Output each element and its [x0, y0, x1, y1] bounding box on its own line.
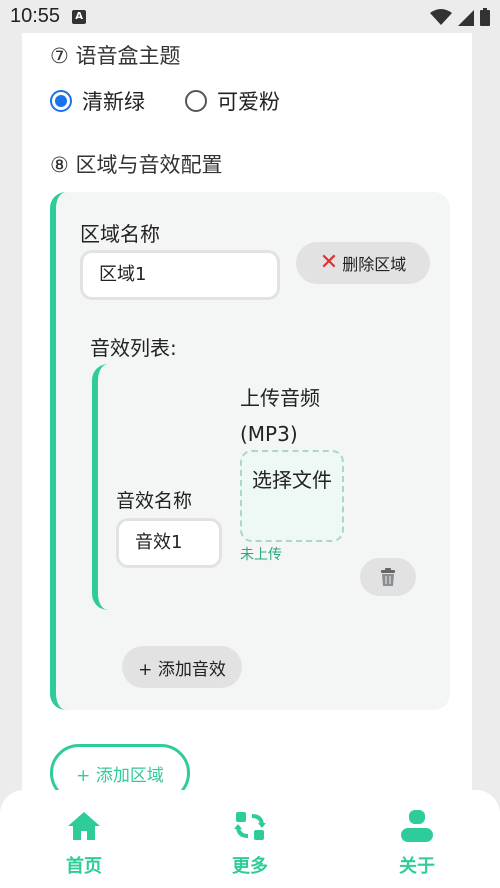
trash-icon: [381, 568, 395, 586]
nav-more[interactable]: 更多: [200, 806, 300, 878]
nav-about-label: 关于: [399, 856, 435, 877]
battery-icon: [480, 7, 490, 26]
wifi-icon: [430, 8, 452, 25]
nav-about[interactable]: 关于: [367, 806, 467, 878]
home-icon: [68, 812, 100, 840]
region-name-input[interactable]: 区域1: [80, 250, 280, 300]
status-time: 10:55: [10, 5, 61, 27]
bottom-nav: 首页 更多 关于: [0, 790, 500, 888]
add-sfx-button[interactable]: + 添加音效: [122, 646, 242, 688]
delete-region-button[interactable]: ✕ 删除区域: [296, 242, 430, 284]
sfx-name-input[interactable]: 音效1: [116, 518, 222, 568]
theme-radio-group: 清新绿 可爱粉: [50, 86, 320, 116]
region-name-label: 区域名称: [80, 222, 160, 246]
radio-checked-icon[interactable]: [50, 90, 72, 112]
app-screen: 10:55 A ⑦ 语音盒主题 清新绿 可爱粉 ⑧ 区域与音效配置 区域名称 区…: [0, 0, 500, 888]
delete-region-label: 删除区域: [342, 255, 407, 274]
theme-option-label: 可爱粉: [217, 90, 280, 114]
notification-a-icon: A: [72, 9, 87, 24]
region-section-title: ⑧ 区域与音效配置: [50, 153, 223, 177]
status-bar: 10:55 A: [0, 0, 500, 33]
sfx-list: 上传音频(MP3) 音效名称 音效1 选择文件 未上传: [92, 364, 422, 610]
theme-option-green[interactable]: 清新绿: [50, 86, 145, 116]
status-icons: [430, 7, 490, 26]
theme-option-label: 清新绿: [82, 90, 145, 114]
radio-unchecked-icon[interactable]: [185, 90, 207, 112]
red-x-icon: ✕: [319, 250, 339, 275]
theme-option-pink[interactable]: 可爱粉: [185, 86, 280, 116]
nav-more-label: 更多: [232, 856, 268, 877]
refresh-icon: [234, 812, 266, 840]
sfx-list-label: 音效列表:: [90, 336, 177, 360]
sfx-name-label: 音效名称: [116, 490, 193, 512]
nav-home[interactable]: 首页: [34, 806, 134, 878]
choose-file-button[interactable]: 选择文件: [240, 450, 344, 542]
upload-audio-label: 上传音频(MP3): [240, 386, 320, 446]
nav-home-label: 首页: [66, 856, 102, 877]
signal-icon: [458, 9, 474, 26]
person-icon: [401, 810, 433, 842]
region-block: 区域名称 区域1 ✕ 删除区域 音效列表: 上传音频(MP3) 音效名称 音效1…: [50, 192, 450, 710]
file-status: 未上传: [240, 547, 282, 563]
delete-sfx-button[interactable]: [360, 558, 416, 596]
theme-section-title: ⑦ 语音盒主题: [50, 44, 181, 68]
